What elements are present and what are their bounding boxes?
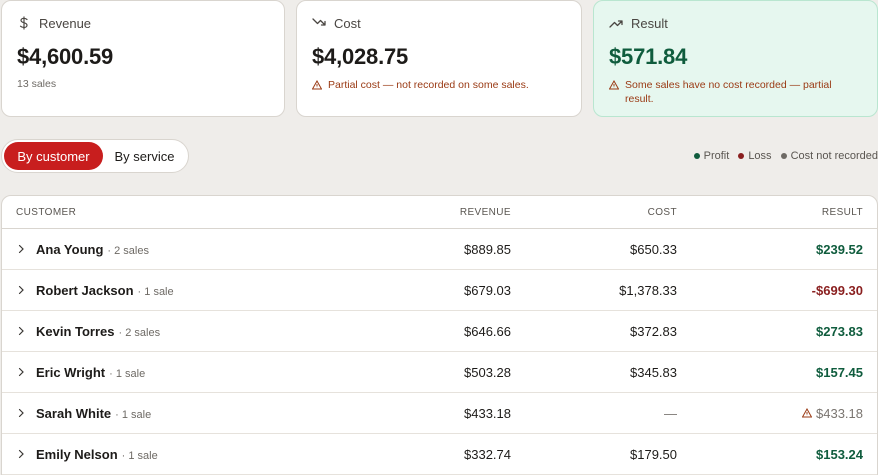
chevron-right-icon[interactable] xyxy=(16,244,26,254)
result-cell: $239.52 xyxy=(816,241,863,257)
chevron-right-icon[interactable] xyxy=(16,367,26,377)
result-warning-text: Some sales have no cost recorded — parti… xyxy=(625,79,832,105)
result-cell: $273.83 xyxy=(816,323,863,339)
customer-cell: Ana Young · 2 sales xyxy=(16,242,149,257)
result-cell: $153.24 xyxy=(816,446,863,462)
revenue-cell: $433.18 xyxy=(464,405,511,421)
customer-cell: Robert Jackson · 1 sale xyxy=(16,283,174,298)
revenue-card: Revenue $4,600.59 13 sales xyxy=(1,0,285,117)
warning-icon xyxy=(311,79,323,94)
cost-cell: $372.83 xyxy=(630,323,677,339)
cost-label: Cost xyxy=(334,15,361,31)
result-card: Result $571.84 Some sales have no cost r… xyxy=(593,0,878,117)
customer-name: Kevin Torres xyxy=(36,323,115,339)
cost-warning-text: Partial cost — not recorded on some sale… xyxy=(328,79,529,91)
legend: Profit Loss Cost not recorded xyxy=(693,150,878,162)
customer-cell: Eric Wright · 1 sale xyxy=(16,365,145,380)
cost-card-header: Cost xyxy=(312,15,566,31)
table-row[interactable]: Ana Young · 2 sales $889.85 $650.33 $239.… xyxy=(2,229,877,270)
cost-warning: Partial cost — not recorded on some sale… xyxy=(311,78,566,94)
sales-count: · 1 sale xyxy=(137,285,174,298)
result-cell: -$699.30 xyxy=(811,282,863,298)
revenue-value: $4,600.59 xyxy=(17,44,114,69)
customer-name: Robert Jackson xyxy=(36,282,134,298)
sales-count: · 2 sales xyxy=(107,244,149,257)
result-warning: Some sales have no cost recorded — parti… xyxy=(608,78,862,106)
cost-value: $4,028.75 xyxy=(312,44,409,69)
revenue-card-header: Revenue xyxy=(17,15,269,31)
chevron-right-icon[interactable] xyxy=(16,285,26,295)
by-service-button[interactable]: By service xyxy=(103,142,186,170)
legend-loss-label: Loss xyxy=(748,150,772,162)
revenue-sales-count: 13 sales xyxy=(17,78,57,90)
legend-no-cost: Cost not recorded xyxy=(780,150,878,162)
dollar-icon xyxy=(17,16,31,30)
no-cost-dot xyxy=(780,153,787,159)
cost-cell: $179.50 xyxy=(630,446,677,462)
cost-cell: — xyxy=(664,405,677,421)
customer-name: Emily Nelson xyxy=(36,446,118,462)
cost-cell: $1,378.33 xyxy=(619,282,677,298)
legend-profit: Profit xyxy=(693,150,730,162)
revenue-label: Revenue xyxy=(39,15,92,31)
header-result: RESULT xyxy=(821,206,863,218)
customer-name: Eric Wright xyxy=(36,364,106,380)
sales-count: · 1 sale xyxy=(121,449,158,462)
trending-up-icon xyxy=(609,16,623,30)
revenue-cell: $332.74 xyxy=(464,446,511,462)
table-row[interactable]: Kevin Torres · 2 sales $646.66 $372.83 $2… xyxy=(2,311,877,352)
table-row[interactable]: Emily Nelson · 1 sale $332.74 $179.50 $15… xyxy=(2,434,877,475)
result-cell: $433.18 xyxy=(801,405,863,421)
header-revenue: REVENUE xyxy=(459,206,511,218)
customer-cell: Sarah White · 1 sale xyxy=(16,406,151,421)
customer-table: CUSTOMER REVENUE COST RESULT Ana Young · … xyxy=(1,195,878,475)
header-cost: COST xyxy=(647,206,677,218)
revenue-cell: $646.66 xyxy=(464,323,511,339)
table-row[interactable]: Eric Wright · 1 sale $503.28 $345.83 $157… xyxy=(2,352,877,393)
loss-dot xyxy=(738,153,745,159)
cost-cell: $345.83 xyxy=(630,364,677,380)
cost-card: Cost $4,028.75 Partial cost — not record… xyxy=(296,0,582,117)
profit-dot xyxy=(693,153,700,159)
result-value: $571.84 xyxy=(609,44,688,69)
revenue-cell: $503.28 xyxy=(464,364,511,380)
legend-no-cost-label: Cost not recorded xyxy=(790,150,878,162)
sales-count: · 1 sale xyxy=(109,367,146,380)
by-customer-button[interactable]: By customer xyxy=(4,142,103,170)
group-by-toggle: By customer By service xyxy=(1,139,189,173)
customer-cell: Kevin Torres · 2 sales xyxy=(16,324,160,339)
warning-icon xyxy=(801,406,813,421)
revenue-cell: $889.85 xyxy=(464,241,511,257)
result-label: Result xyxy=(631,15,668,31)
warning-icon xyxy=(608,79,620,106)
table-row[interactable]: Robert Jackson · 1 sale $679.03 $1,378.33… xyxy=(2,270,877,311)
sales-count: · 2 sales xyxy=(118,326,161,339)
chevron-right-icon[interactable] xyxy=(16,449,26,459)
chevron-right-icon[interactable] xyxy=(16,326,26,336)
table-row[interactable]: Sarah White · 1 sale $433.18 — $433.18 xyxy=(2,393,877,434)
legend-loss: Loss xyxy=(738,150,772,162)
customer-name: Sarah White xyxy=(36,405,112,421)
result-card-header: Result xyxy=(609,15,862,31)
legend-profit-label: Profit xyxy=(703,150,730,162)
header-customer: CUSTOMER xyxy=(16,206,77,218)
cost-cell: $650.33 xyxy=(630,241,677,257)
sales-count: · 1 sale xyxy=(115,408,152,421)
customer-name: Ana Young xyxy=(36,241,104,257)
table-header: CUSTOMER REVENUE COST RESULT xyxy=(2,196,877,229)
result-value: $433.18 xyxy=(816,405,863,421)
trending-down-icon xyxy=(312,16,326,30)
chevron-right-icon[interactable] xyxy=(16,408,26,418)
result-cell: $157.45 xyxy=(816,364,863,380)
revenue-cell: $679.03 xyxy=(464,282,511,298)
customer-cell: Emily Nelson · 1 sale xyxy=(16,447,158,462)
